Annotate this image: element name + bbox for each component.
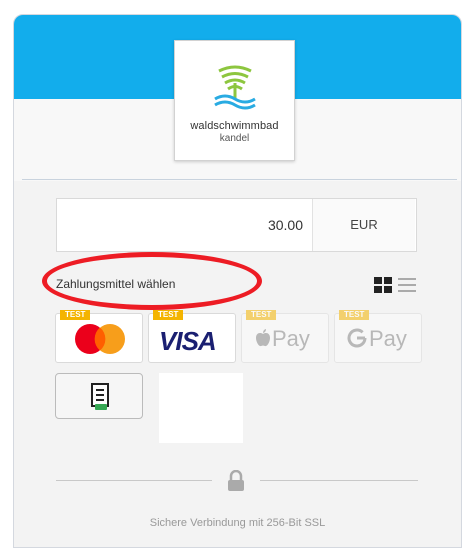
sepa-option[interactable] (55, 373, 143, 419)
test-badge: TEST (246, 310, 277, 320)
separator-left (56, 480, 212, 481)
google-pay-wordmark: Pay (369, 326, 407, 351)
ssl-notice: Sichere Verbindung mit 256-Bit SSL (149, 517, 326, 529)
lock-icon (228, 470, 244, 491)
apple-icon (256, 329, 270, 347)
header-divider (22, 179, 457, 180)
payment-widget: waldschwimmbad kandel 30.00 EUR Zahlungs… (13, 14, 462, 548)
google-g-icon (347, 328, 367, 348)
visa-option[interactable]: TEST VISA (148, 310, 236, 363)
test-badge: TEST (339, 310, 370, 320)
apple-pay-option[interactable]: TEST Pay (241, 310, 329, 363)
apple-pay-wordmark: Pay (272, 326, 310, 351)
amount-field[interactable]: 30.00 (57, 199, 303, 251)
separator-right (260, 480, 418, 481)
mastercard-icon (75, 324, 125, 354)
wave-tree-icon (214, 65, 256, 110)
test-badge: TEST (60, 310, 91, 320)
google-pay-option[interactable]: TEST Pay (334, 310, 422, 363)
merchant-logo: waldschwimmbad kandel (174, 40, 295, 161)
test-badge: TEST (153, 310, 184, 320)
logo-name: waldschwimmbad (190, 120, 279, 132)
mastercard-option[interactable]: TEST (55, 310, 143, 363)
logo-subtitle: kandel (219, 133, 250, 144)
grid-list-toggle-icon[interactable] (374, 277, 418, 293)
currency-field[interactable]: EUR (312, 199, 415, 251)
amount-row: 30.00 EUR (56, 198, 417, 252)
visa-wordmark: VISA (159, 326, 217, 356)
invoice-icon (91, 383, 109, 410)
blank-area (159, 373, 243, 443)
annotation-circle (42, 252, 262, 310)
